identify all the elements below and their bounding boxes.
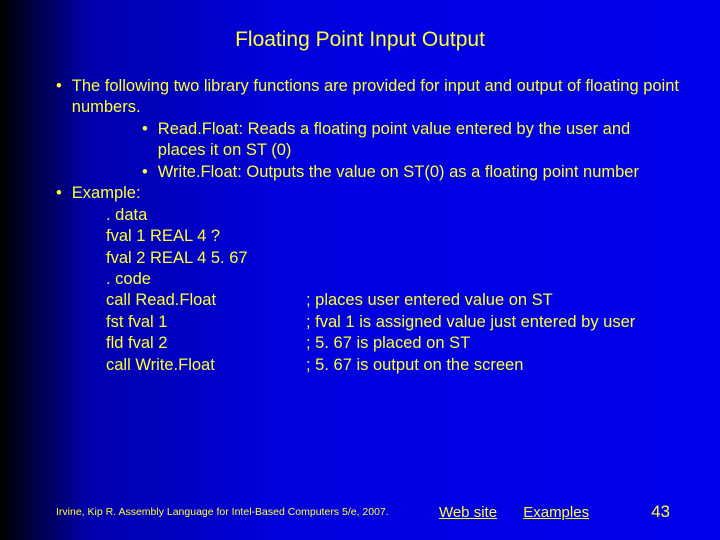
bullet-marker: • xyxy=(142,162,158,183)
bullet-text: Example: xyxy=(72,183,680,204)
footer-links: Web site Examples xyxy=(439,504,611,521)
bullet-text: The following two library functions are … xyxy=(72,76,680,119)
code-line: fval 2 REAL 4 5. 67 xyxy=(106,248,680,269)
bullet-marker: • xyxy=(142,119,158,162)
code-example: . data fval 1 REAL 4 ? fval 2 REAL 4 5. … xyxy=(56,205,680,377)
code-comment: ; 5. 67 is output on the screen xyxy=(306,355,680,376)
bullet-marker: • xyxy=(56,183,72,204)
code-instruction: fld fval 2 xyxy=(106,333,306,354)
examples-link[interactable]: Examples xyxy=(523,504,589,521)
bullet-level1: • Example: xyxy=(56,183,680,204)
slide-body: • The following two library functions ar… xyxy=(0,76,720,376)
bullet-text: Write.Float: Outputs the value on ST(0) … xyxy=(158,162,680,183)
code-comment: ; 5. 67 is placed on ST xyxy=(306,333,680,354)
code-line: fld fval 2 ; 5. 67 is placed on ST xyxy=(106,333,680,354)
slide-title: Floating Point Input Output xyxy=(0,0,720,76)
code-comment: ; fval 1 is assigned value just entered … xyxy=(306,312,680,333)
slide-footer: Irvine, Kip R. Assembly Language for Int… xyxy=(0,502,720,522)
bullet-level2: • Write.Float: Outputs the value on ST(0… xyxy=(56,162,680,183)
footer-citation: Irvine, Kip R. Assembly Language for Int… xyxy=(56,506,439,518)
code-line: . data xyxy=(106,205,680,226)
code-line: . code xyxy=(106,269,680,290)
code-instruction: fst fval 1 xyxy=(106,312,306,333)
bullet-level2: • Read.Float: Reads a floating point val… xyxy=(56,119,680,162)
code-instruction: call Read.Float xyxy=(106,290,306,311)
code-line: call Read.Float ; places user entered va… xyxy=(106,290,680,311)
code-line: fval 1 REAL 4 ? xyxy=(106,226,680,247)
code-instruction: call Write.Float xyxy=(106,355,306,376)
bullet-text: Read.Float: Reads a floating point value… xyxy=(158,119,680,162)
code-line: fst fval 1 ; fval 1 is assigned value ju… xyxy=(106,312,680,333)
page-number: 43 xyxy=(611,502,670,522)
website-link[interactable]: Web site xyxy=(439,504,497,521)
bullet-level1: • The following two library functions ar… xyxy=(56,76,680,119)
bullet-marker: • xyxy=(56,76,72,119)
code-line: call Write.Float ; 5. 67 is output on th… xyxy=(106,355,680,376)
code-comment: ; places user entered value on ST xyxy=(306,290,680,311)
